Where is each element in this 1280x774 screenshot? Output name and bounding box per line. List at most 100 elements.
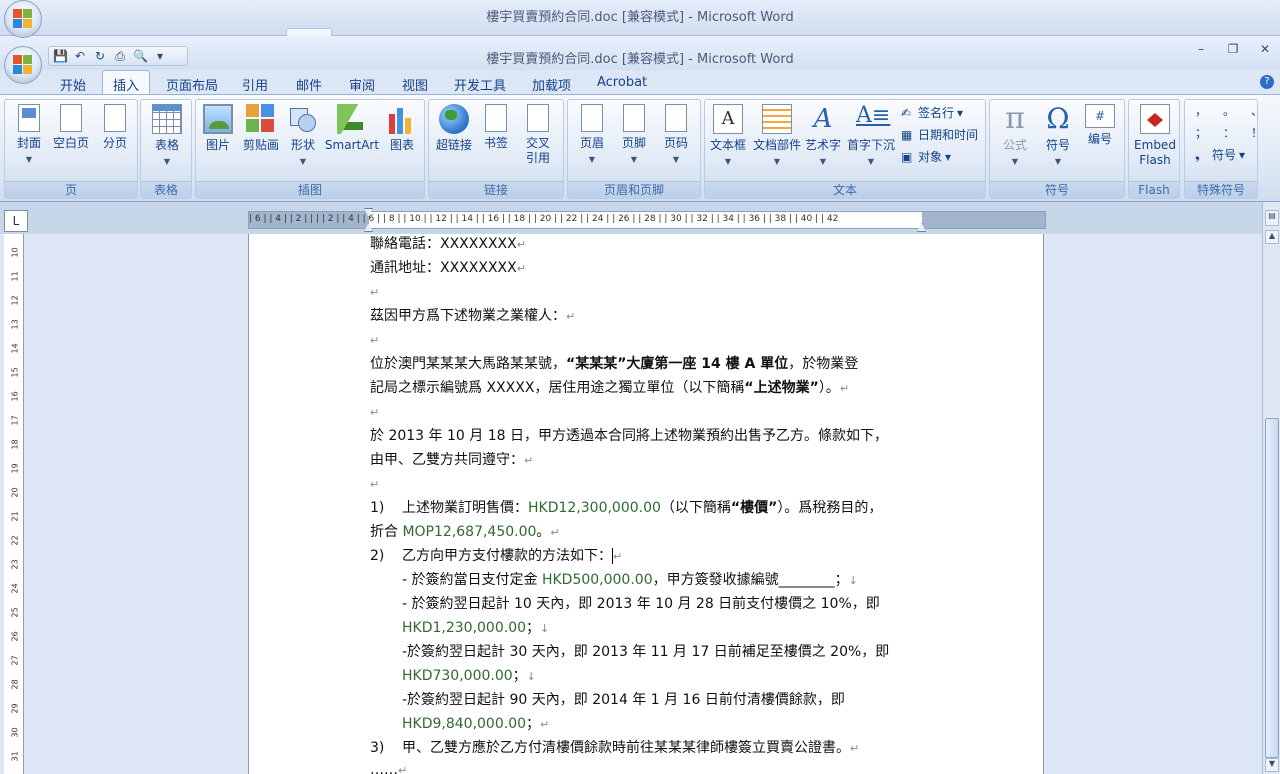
object-icon: ▣ (901, 149, 913, 164)
symbol-semicolon[interactable]: ； (1195, 124, 1207, 141)
symbol-button[interactable]: Ω 符号 ▼ (1038, 104, 1078, 169)
list-item: 2) 乙方向甲方支付樓款的方法如下：↵ (370, 548, 623, 564)
minimize-button[interactable]: – (1192, 42, 1210, 56)
background-office-button[interactable] (4, 0, 42, 38)
picture-icon (203, 104, 233, 134)
table-icon (152, 104, 182, 134)
group-header-footer: 页眉 ▼ 页脚 ▼ 页码 ▼ 页眉和页脚 (567, 99, 701, 199)
symbol-exclamation[interactable]: ！ (1251, 124, 1263, 141)
symbol-enum-comma[interactable]: 、 (1251, 102, 1263, 119)
signature-line-button[interactable]: ✍ 签名行 ▾ (901, 104, 963, 121)
picture-button[interactable]: 图片 (200, 104, 236, 153)
paragraph: ↵ (370, 286, 380, 299)
document-page[interactable]: 聯絡電話：XXXXXXXX↵ 通訊地址：XXXXXXXX↵ ↵ 茲因甲方爲下述物… (248, 234, 1044, 774)
number-icon: # (1085, 104, 1115, 128)
tab-page-layout[interactable]: 页面布局 (166, 75, 218, 94)
date-time-button[interactable]: ▦ 日期和时间 (901, 126, 978, 143)
ruler-toggle-icon[interactable]: ▤ (1265, 210, 1279, 226)
symbol-period[interactable]: 。 (1223, 102, 1235, 119)
wordart-icon: A (813, 104, 833, 134)
paragraph: ↵ (370, 334, 380, 347)
vruler-label: 21 (10, 511, 20, 522)
vruler-label: 15 (10, 367, 20, 378)
footer-icon (623, 104, 645, 132)
drop-cap-button[interactable]: A≡ 首字下沉 ▼ (845, 104, 897, 169)
background-window-tab (286, 28, 332, 36)
footer-button[interactable]: 页脚 ▼ (614, 104, 654, 167)
cross-reference-button[interactable]: 交叉 引用 (519, 104, 557, 166)
help-icon[interactable]: ? (1260, 75, 1274, 89)
list-item: HKD9,840,000.00；↵ (402, 716, 550, 732)
group-pages: 封面 ▼ 空白页 分页 页 (4, 99, 138, 199)
embed-flash-button[interactable]: Embed Flash (1131, 104, 1179, 168)
equation-button[interactable]: π 公式 ▼ (994, 104, 1036, 169)
smartart-button[interactable]: SmartArt (324, 104, 380, 153)
vruler-label: 26 (10, 631, 20, 642)
page-number-icon (665, 104, 687, 132)
shapes-button[interactable]: 形状 ▼ (286, 104, 320, 169)
chart-button[interactable]: 图表 (384, 104, 420, 153)
group-illustrations: 图片 剪贴画 形状 ▼ SmartArt 图表 插图 (195, 99, 425, 199)
tab-home[interactable]: 开始 (60, 75, 86, 94)
tab-acrobat[interactable]: Acrobat (597, 75, 647, 90)
tab-view[interactable]: 视图 (402, 75, 428, 94)
ruler-bar: L | 6 | | 4 | | 2 | | | | 2 | | 4 | | 6 … (0, 202, 1280, 234)
office-button[interactable] (4, 46, 42, 84)
paragraph: 於 2013 年 10 月 18 日，甲方透過本合同將上述物業預約出售予乙方。條… (370, 428, 888, 444)
group-label-pages: 页 (5, 181, 137, 198)
symbol-bullet-icon: ❟ (1195, 147, 1200, 162)
tab-selector-button[interactable]: L (4, 210, 28, 232)
scroll-down-arrow-icon[interactable]: ▼ (1265, 758, 1279, 772)
paragraph: 由甲、乙雙方共同遵守：↵ (370, 452, 534, 468)
symbol-comma[interactable]: ， (1195, 102, 1207, 119)
numbering-button[interactable]: # 编号 (1080, 104, 1120, 147)
close-button[interactable]: ✕ (1256, 42, 1274, 56)
hyperlink-button[interactable]: 超链接 (433, 104, 475, 153)
tab-references[interactable]: 引用 (242, 75, 268, 94)
list-item: -於簽約翌日起計 30 天內，即 2013 年 11 月 17 日前補足至樓價之… (402, 644, 890, 660)
wordart-button[interactable]: A 艺术字 ▼ (803, 104, 843, 169)
cover-page-icon (18, 104, 40, 132)
vruler-label: 31 (10, 751, 20, 762)
page-number-button[interactable]: 页码 ▼ (656, 104, 696, 167)
symbol-colon[interactable]: ： (1223, 124, 1235, 141)
scroll-up-arrow-icon[interactable]: ▲ (1265, 230, 1279, 244)
equation-icon: π (1005, 101, 1025, 136)
restore-button[interactable]: ❐ (1224, 42, 1242, 56)
special-symbol-menu-button[interactable]: ❟ 符号 ▾ (1195, 146, 1245, 163)
blank-page-button[interactable]: 空白页 (51, 104, 91, 151)
hyperlink-icon (439, 104, 469, 134)
header-button[interactable]: 页眉 ▼ (572, 104, 612, 167)
group-label-header-footer: 页眉和页脚 (568, 181, 700, 198)
vruler-label: 13 (10, 319, 20, 330)
quick-parts-icon (762, 104, 792, 134)
cover-page-button[interactable]: 封面 ▼ (9, 104, 49, 167)
clip-art-button[interactable]: 剪贴画 (240, 104, 282, 153)
tab-review[interactable]: 审阅 (349, 75, 375, 94)
vertical-scrollbar[interactable]: ▤ ▲ ▼ (1262, 202, 1280, 774)
scrollbar-thumb[interactable] (1265, 418, 1279, 758)
text-box-button[interactable]: A 文本框 ▼ (707, 104, 749, 169)
vruler-label: 10 (10, 247, 20, 258)
bookmark-button[interactable]: 书签 (479, 104, 513, 151)
omega-icon: Ω (1046, 102, 1070, 135)
window-controls: – ❐ ✕ (1192, 42, 1274, 56)
clip-art-icon (246, 104, 276, 134)
object-button[interactable]: ▣ 对象 ▾ (901, 148, 951, 165)
tab-developer[interactable]: 开发工具 (454, 75, 506, 94)
tab-addins[interactable]: 加载项 (532, 75, 571, 94)
vruler-label: 25 (10, 607, 20, 618)
tab-mailings[interactable]: 邮件 (296, 75, 322, 94)
group-symbols: π 公式 ▼ Ω 符号 ▼ # 编号 符号 (989, 99, 1125, 199)
page-break-button[interactable]: 分页 (95, 104, 135, 151)
ribbon: 封面 ▼ 空白页 分页 页 表格 ▼ 表格 图片 剪贴画 形状 ▼ SmartA… (0, 94, 1280, 202)
vruler-label: 16 (10, 391, 20, 402)
group-label-links: 链接 (429, 181, 563, 198)
header-icon (581, 104, 603, 132)
tab-insert[interactable]: 插入 (102, 70, 151, 96)
table-button[interactable]: 表格 ▼ (145, 104, 189, 169)
group-label-illustrations: 插图 (196, 181, 424, 198)
group-label-tables: 表格 (141, 181, 191, 198)
quick-parts-button[interactable]: 文档部件 ▼ (751, 104, 803, 169)
list-item: - 於簽約當日支付定金 HKD500,000.00，甲方簽發收據編號______… (402, 572, 858, 588)
